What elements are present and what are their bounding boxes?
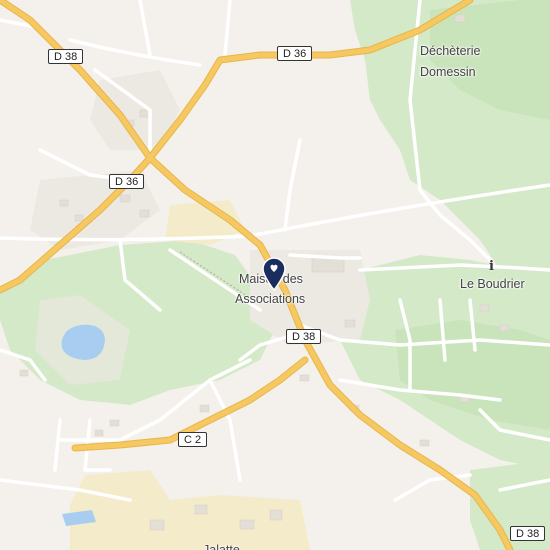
map-canvas[interactable]: D 38 D 36 D 36 D 38 C 2 D 38 Déchèterie … xyxy=(0,0,550,550)
map-pin-icon[interactable] xyxy=(261,257,287,292)
road-shield-d38: D 38 xyxy=(510,526,546,541)
road-shield-d36: D 36 xyxy=(109,174,145,189)
place-label-bottom[interactable]: Jalatte xyxy=(203,542,240,550)
road-shield-d38: D 38 xyxy=(48,49,84,64)
place-label-decheterie-2[interactable]: Domessin xyxy=(420,64,476,81)
road-shield-d36: D 36 xyxy=(277,46,313,61)
place-label-le-boudrier[interactable]: Le Boudrier xyxy=(460,276,525,293)
info-icon[interactable]: i xyxy=(489,259,494,274)
lake xyxy=(61,324,105,360)
road-shield-d38: D 38 xyxy=(286,329,322,344)
place-label-decheterie[interactable]: Déchèterie xyxy=(420,43,480,60)
map-pin-icon xyxy=(262,257,286,292)
road-shield-c2: C 2 xyxy=(178,432,208,447)
place-label-associations[interactable]: Associations xyxy=(235,291,305,308)
